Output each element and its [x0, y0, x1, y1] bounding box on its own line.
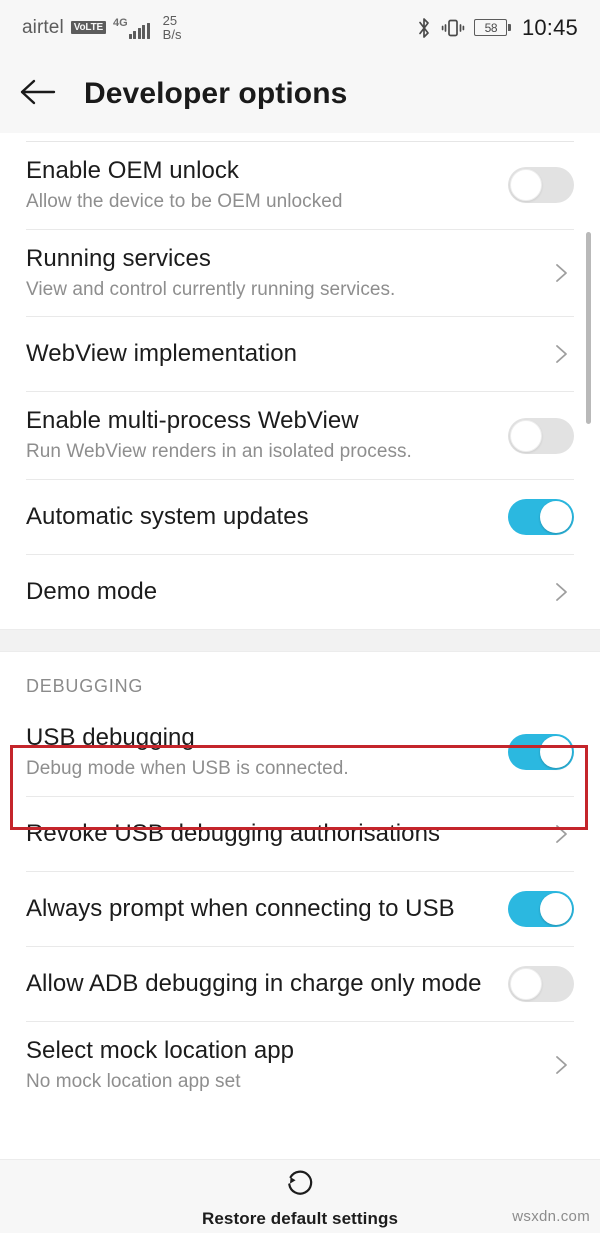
restore-default-settings-button[interactable]: Restore default settings wsxdn.com — [0, 1159, 600, 1233]
toggle-enable-oem-unlock[interactable] — [508, 167, 574, 204]
restore-circular-arrow-icon — [282, 1165, 318, 1206]
phone-screen: airtel VoLTE 4G 25 B/s 58 10:45 Develope… — [0, 0, 600, 1233]
row-text-block: Enable multi-process WebView Run WebView… — [26, 392, 494, 479]
setting-subtitle: View and control currently running servi… — [26, 278, 396, 300]
row-control — [508, 167, 574, 204]
status-bar-right: 58 10:45 — [417, 15, 578, 41]
setting-subtitle: Allow the device to be OEM unlocked — [26, 191, 343, 212]
setting-subtitle: No mock location app set — [26, 1070, 241, 1092]
setting-title: Enable OEM unlock — [26, 157, 239, 184]
row-text-block: Always prompt when connecting to USB — [26, 880, 494, 938]
signal-bars-icon — [128, 22, 150, 39]
bluetooth-icon — [417, 17, 432, 39]
page-title: Developer options — [84, 77, 348, 110]
chevron-right-icon — [548, 579, 574, 605]
section-header-debugging: DEBUGGING — [26, 676, 144, 697]
chevron-right-icon — [548, 341, 574, 367]
row-text-block: Select mock location app No mock locatio… — [26, 1022, 534, 1109]
setting-title: Automatic system updates — [26, 503, 309, 531]
row-control — [508, 734, 574, 771]
status-bar: airtel VoLTE 4G 25 B/s 58 10:45 — [0, 0, 600, 55]
network-type-label: 4G — [112, 16, 128, 29]
setting-title: Enable multi-process WebView — [26, 407, 359, 435]
setting-title: Allow ADB debugging in charge only mode — [26, 969, 482, 997]
setting-row-select-mock-location-app[interactable]: Select mock location app No mock locatio… — [0, 1021, 600, 1109]
row-text-block: USB debugging Debug mode when USB is con… — [26, 709, 494, 796]
row-text-block: Running services View and control curren… — [26, 230, 534, 317]
settings-list[interactable]: Enable OEM unlock Allow the device to be… — [0, 133, 600, 1159]
restore-default-settings-label: Restore default settings — [201, 1208, 399, 1228]
row-control — [508, 965, 574, 1002]
row-text-block: Revoke USB debugging authorisations — [26, 805, 534, 863]
setting-title: USB debugging — [26, 724, 195, 752]
setting-subtitle: Debug mode when USB is connected. — [26, 758, 349, 780]
row-text-block: Enable OEM unlock Allow the device to be… — [26, 142, 494, 229]
row-control — [548, 579, 574, 605]
setting-row-allow-adb-debugging-charge-only[interactable]: Allow ADB debugging in charge only mode — [0, 946, 600, 1021]
chevron-right-icon — [548, 821, 574, 847]
setting-row-running-services[interactable]: Running services View and control curren… — [0, 229, 600, 317]
toggle-knob — [510, 169, 542, 202]
back-button[interactable] — [0, 55, 76, 133]
setting-title: Always prompt when connecting to USB — [26, 894, 455, 922]
setting-row-revoke-usb-debugging-authorisations[interactable]: Revoke USB debugging authorisations — [0, 796, 600, 871]
signal-strength-icon: 4G — [113, 17, 150, 39]
watermark-label: wsxdn.com — [512, 1208, 590, 1225]
status-bar-left: airtel VoLTE 4G 25 B/s — [22, 14, 181, 41]
setting-row-usb-debugging[interactable]: USB debugging Debug mode when USB is con… — [0, 709, 600, 796]
setting-row-enable-oem-unlock[interactable]: Enable OEM unlock Allow the device to be… — [0, 142, 600, 229]
setting-row-automatic-system-updates[interactable]: Automatic system updates — [0, 480, 600, 555]
setting-row-webview-implementation[interactable]: WebView implementation — [0, 317, 600, 392]
network-speed-value: 25 — [162, 12, 178, 28]
setting-title: Select mock location app — [26, 1036, 295, 1064]
vibrate-icon — [441, 17, 465, 39]
battery-icon: 58 — [474, 19, 511, 36]
setting-title: Revoke USB debugging authorisations — [26, 819, 441, 847]
volte-icon: VoLTE — [70, 21, 106, 34]
row-control — [508, 417, 574, 454]
chevron-right-icon — [548, 1052, 574, 1078]
row-text-block: Allow ADB debugging in charge only mode — [26, 955, 494, 1013]
toggle-knob — [540, 892, 572, 925]
toggle-knob — [540, 736, 572, 769]
row-control — [508, 890, 574, 927]
row-text-block: Automatic system updates — [26, 488, 494, 546]
row-text-block: Demo mode — [26, 563, 534, 621]
toggle-knob — [510, 967, 542, 1000]
scrollbar-thumb[interactable] — [586, 232, 591, 424]
back-arrow-icon — [19, 77, 57, 112]
chevron-right-icon — [548, 260, 574, 286]
toggle-allow-adb-charge-only[interactable] — [508, 965, 574, 1002]
toggle-knob — [510, 419, 542, 452]
row-control — [508, 499, 574, 536]
toggle-knob — [540, 501, 572, 534]
setting-subtitle: Run WebView renders in an isolated proce… — [26, 441, 412, 463]
row-control — [548, 341, 574, 367]
toggle-enable-multi-process-webview[interactable] — [508, 417, 574, 454]
toggle-always-prompt-usb[interactable] — [508, 890, 574, 927]
battery-percent-label: 58 — [484, 20, 498, 35]
setting-row-always-prompt-when-connecting-to-usb[interactable]: Always prompt when connecting to USB — [0, 871, 600, 946]
row-control — [548, 260, 574, 286]
clock-label: 10:45 — [521, 14, 578, 40]
carrier-label: airtel — [22, 16, 64, 38]
setting-title: WebView implementation — [26, 340, 298, 368]
network-speed-unit: B/s — [162, 26, 182, 42]
row-text-block: WebView implementation — [26, 325, 534, 383]
app-bar: Developer options — [0, 55, 600, 133]
setting-row-enable-multi-process-webview[interactable]: Enable multi-process WebView Run WebView… — [0, 392, 600, 480]
row-control — [548, 1052, 574, 1078]
toggle-automatic-system-updates[interactable] — [508, 499, 574, 536]
setting-title: Demo mode — [26, 578, 158, 606]
setting-title: Running services — [26, 244, 211, 272]
toggle-usb-debugging[interactable] — [508, 734, 574, 771]
network-speed-indicator: 25 B/s — [163, 14, 182, 41]
section-separator — [0, 629, 600, 653]
setting-row-demo-mode[interactable]: Demo mode — [0, 555, 600, 630]
row-control — [548, 821, 574, 847]
